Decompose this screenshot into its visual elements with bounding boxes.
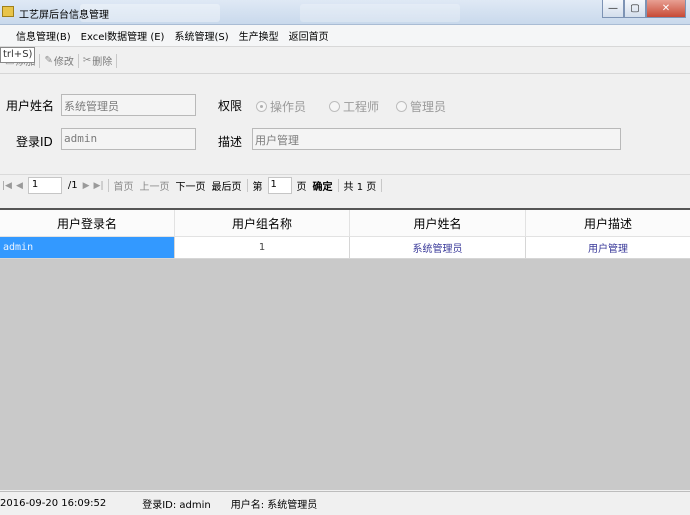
permission-label: 权限 <box>218 99 243 113</box>
toolbar-separator <box>77 53 79 68</box>
first-page-icon[interactable]: |◀ <box>0 181 14 191</box>
radio-admin[interactable]: 管理员 <box>396 98 446 115</box>
column-header-user-name[interactable]: 用户姓名 <box>350 210 526 237</box>
current-page-input[interactable]: 1 <box>27 177 62 194</box>
nav-separator <box>246 179 248 192</box>
title-bar: 工艺屏后台信息管理 — ▢ ✕ <box>0 0 690 25</box>
menu-excel-data[interactable]: Excel数据管理 (E) <box>76 28 170 43</box>
toolbar: ▤ 添加 ✎ 修改 ✂ 删除 <box>0 48 690 74</box>
column-header-group-name[interactable]: 用户组名称 <box>175 210 350 237</box>
table-header: 用户登录名 用户组名称 用户姓名 用户描述 <box>0 210 690 237</box>
cell-login-name[interactable]: admin <box>0 237 175 259</box>
first-page-link[interactable]: 首页 <box>111 178 137 193</box>
minimize-button[interactable]: — <box>602 0 624 18</box>
nav-separator <box>337 179 339 192</box>
radio-admin-label: 管理员 <box>410 100 447 114</box>
cell-description[interactable]: 用户管理 <box>526 237 690 259</box>
column-header-login-name[interactable]: 用户登录名 <box>0 210 175 237</box>
menu-production-changeover[interactable]: 生产换型 <box>234 28 284 43</box>
radio-operator-label: 操作员 <box>270 100 307 114</box>
menu-return-home[interactable]: 返回首页 <box>284 28 334 43</box>
last-page-icon[interactable]: ▶| <box>92 181 106 191</box>
goto-page-input[interactable]: 1 <box>267 177 292 194</box>
next-page-link[interactable]: 下一页 <box>173 178 209 193</box>
nav-separator <box>107 179 109 192</box>
loginid-field[interactable]: admin <box>61 128 196 150</box>
menu-info-management[interactable]: 信息管理(B) <box>0 28 76 43</box>
edit-button[interactable]: ✎ 修改 <box>41 53 76 68</box>
close-button[interactable]: ✕ <box>646 0 686 18</box>
goto-suffix: 页 <box>296 182 307 193</box>
radio-engineer[interactable]: 工程师 <box>329 98 379 115</box>
status-user-name: 用户名: 系统管理员 <box>230 500 318 511</box>
window-title: 工艺屏后台信息管理 <box>19 10 109 21</box>
edit-label: 修改 <box>53 57 74 68</box>
pencil-icon: ✎ <box>44 55 53 66</box>
cell-user-name[interactable]: 系统管理员 <box>350 237 526 259</box>
radio-operator[interactable]: 操作员 <box>256 98 306 115</box>
cell-group-name[interactable]: 1 <box>175 237 350 259</box>
description-field[interactable]: 用户管理 <box>252 128 621 150</box>
background-window-ghost-2 <box>300 4 460 22</box>
scissors-icon: ✂ <box>82 55 92 66</box>
username-label: 用户姓名 <box>6 99 55 113</box>
username-field[interactable]: 系统管理员 <box>61 94 196 116</box>
shortcut-tooltip: trl+S) <box>0 47 36 63</box>
user-table: 用户登录名 用户组名称 用户姓名 用户描述 admin 1 系统管理员 用户管理 <box>0 208 690 490</box>
description-label: 描述 <box>218 135 243 149</box>
prev-page-icon[interactable]: ◀ <box>14 181 25 191</box>
status-login-id: 登录ID: admin <box>142 500 211 511</box>
confirm-button[interactable]: 确定 <box>310 178 336 193</box>
radio-engineer-label: 工程师 <box>343 100 380 114</box>
radio-dot-selected <box>256 101 267 112</box>
total-pages-label: /1 <box>67 180 78 191</box>
menu-bar: 信息管理(B) Excel数据管理 (E) 系统管理(S) 生产换型 返回首页 … <box>0 25 690 63</box>
nav-separator <box>381 179 383 192</box>
column-header-description[interactable]: 用户描述 <box>526 210 690 237</box>
last-page-link[interactable]: 最后页 <box>209 178 245 193</box>
user-form: 用户姓名 系统管理员 权限 操作员 工程师 管理员 登录ID admin 描述 … <box>0 80 690 170</box>
delete-label: 删除 <box>92 57 113 68</box>
loginid-label: 登录ID <box>16 135 53 149</box>
radio-dot <box>329 101 340 112</box>
radio-dot <box>396 101 407 112</box>
status-datetime: 2016-09-20 16:09:52 <box>0 498 107 509</box>
app-icon <box>2 6 14 17</box>
next-page-icon[interactable]: ▶ <box>81 181 92 191</box>
total-count-label: 共 1 页 <box>343 182 377 193</box>
goto-prefix: 第 <box>252 182 263 193</box>
toolbar-separator <box>116 53 118 68</box>
table-row[interactable]: admin 1 系统管理员 用户管理 <box>0 237 690 259</box>
prev-page-link[interactable]: 上一页 <box>137 178 173 193</box>
toolbar-separator <box>39 53 41 68</box>
maximize-button[interactable]: ▢ <box>624 0 646 18</box>
menu-system-management[interactable]: 系统管理(S) <box>169 28 233 43</box>
delete-button[interactable]: ✂ 删除 <box>80 53 115 68</box>
status-bar: 2016-09-20 16:09:52 登录ID: admin 用户名: 系统管… <box>0 491 690 515</box>
window-controls: — ▢ ✕ <box>602 0 686 18</box>
page-navigator: |◀ ◀ 1 /1 ▶ ▶| 首页 上一页 下一页 最后页 第 1 页 确定 共… <box>0 174 690 196</box>
